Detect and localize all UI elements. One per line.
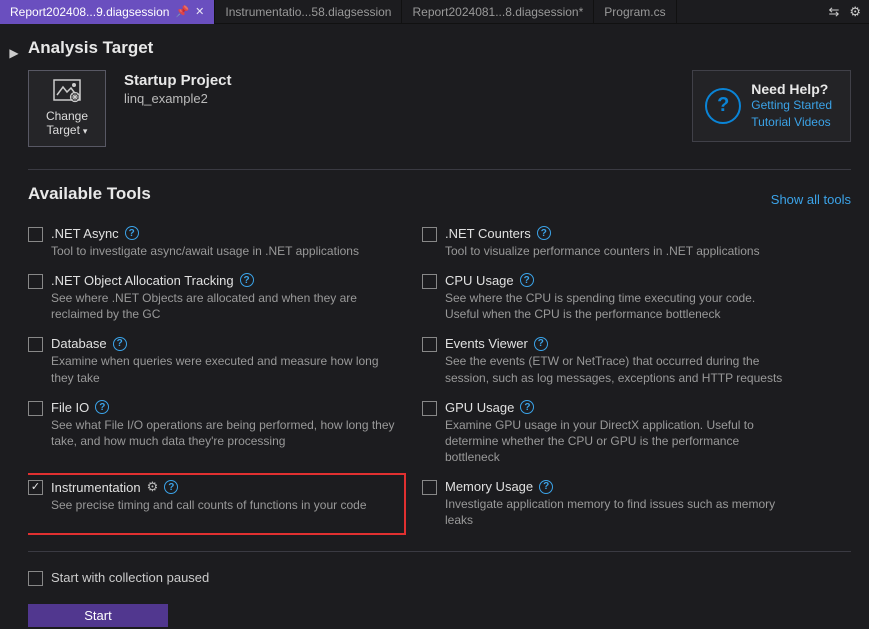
tool-info-icon[interactable]: ? [164, 480, 178, 494]
separator [28, 551, 851, 552]
window-options-icon[interactable]: ⇆ [828, 4, 839, 20]
tab-label: Program.cs [604, 5, 665, 19]
tab-label: Instrumentatio...58.diagsession [225, 5, 391, 19]
startup-project-title: Startup Project [124, 72, 232, 89]
tool-info-icon[interactable]: ? [520, 400, 534, 414]
tool--net-async: .NET Async? Tool to investigate async/awa… [28, 226, 398, 259]
tool-info-icon[interactable]: ? [537, 226, 551, 240]
tool-description: Tool to investigate async/await usage in… [51, 243, 398, 259]
tool-checkbox[interactable] [422, 401, 437, 416]
tab-3[interactable]: Program.cs [594, 0, 676, 24]
tab-active[interactable]: Report202408...9.diagsession 📌 ✕ [0, 0, 215, 24]
tool-checkbox[interactable] [422, 337, 437, 352]
tool-description: See where .NET Objects are allocated and… [51, 290, 398, 322]
tool-info-icon[interactable]: ? [113, 337, 127, 351]
tool-name: .NET Counters [445, 226, 531, 241]
tab-label: Report2024081...8.diagsession* [412, 5, 583, 19]
tab-label: Report202408...9.diagsession [10, 5, 169, 19]
change-target-label: Change Target▾ [33, 109, 101, 138]
tool-cpu-usage: CPU Usage? See where the CPU is spending … [422, 273, 792, 322]
start-button-label: Start [84, 608, 111, 623]
chevron-down-icon: ▾ [83, 126, 88, 136]
tool-description: See precise timing and call counts of fu… [51, 497, 398, 513]
tool-info-icon[interactable]: ? [95, 400, 109, 414]
close-icon[interactable]: ✕ [195, 5, 204, 18]
tool-name: CPU Usage [445, 273, 514, 288]
tool-name: .NET Async [51, 226, 119, 241]
help-getting-started-link[interactable]: Getting Started [751, 97, 832, 114]
tool-checkbox[interactable] [422, 274, 437, 289]
available-tools-heading: Available Tools [28, 184, 771, 204]
tool-checkbox[interactable] [28, 401, 43, 416]
tool-description: Investigate application memory to find i… [445, 496, 792, 528]
expand-chevron-icon[interactable]: ▶ [9, 46, 18, 629]
tool-checkbox[interactable] [422, 227, 437, 242]
tool-description: Examine GPU usage in your DirectX applic… [445, 417, 792, 466]
help-tutorial-videos-link[interactable]: Tutorial Videos [751, 114, 832, 131]
tool-name: File IO [51, 400, 89, 415]
startup-project-name: linq_example2 [124, 91, 232, 106]
tool-file-io: File IO? See what File I/O operations are… [28, 400, 398, 466]
tool-name: Memory Usage [445, 479, 533, 494]
help-question-icon: ? [705, 88, 741, 124]
tool-instrumentation: Instrumentation ⚙? See precise timing and … [28, 473, 406, 534]
analysis-target-heading: Analysis Target [28, 38, 851, 58]
tool-name: Events Viewer [445, 336, 528, 351]
tool-info-icon[interactable]: ? [520, 273, 534, 287]
tool-description: See where the CPU is spending time execu… [445, 290, 792, 322]
tool-name: Database [51, 336, 107, 351]
tool-name: GPU Usage [445, 400, 514, 415]
tool-info-icon[interactable]: ? [125, 226, 139, 240]
help-title: Need Help? [751, 81, 832, 97]
tool-checkbox[interactable] [28, 480, 43, 495]
start-button[interactable]: Start [28, 604, 168, 627]
tool-gpu-usage: GPU Usage? Examine GPU usage in your Dire… [422, 400, 792, 466]
pin-icon[interactable]: 📌 [175, 5, 189, 18]
tool-settings-gear-icon[interactable]: ⚙ [147, 479, 159, 495]
tool-description: See what File I/O operations are being p… [51, 417, 398, 449]
tab-2[interactable]: Report2024081...8.diagsession* [402, 0, 594, 24]
gutter: ▶ [0, 24, 28, 629]
tool-info-icon[interactable]: ? [534, 337, 548, 351]
tool-checkbox[interactable] [28, 227, 43, 242]
tool-events-viewer: Events Viewer? See the events (ETW or Net… [422, 336, 792, 385]
tool-checkbox[interactable] [28, 274, 43, 289]
separator [28, 169, 851, 170]
target-image-icon [53, 79, 81, 103]
tool--net-counters: .NET Counters? Tool to visualize performa… [422, 226, 792, 259]
tool--net-object-allocation-tracking: .NET Object Allocation Tracking? See wher… [28, 273, 398, 322]
help-card: ? Need Help? Getting Started Tutorial Vi… [692, 70, 851, 142]
tool-memory-usage: Memory Usage? Investigate application mem… [422, 479, 792, 528]
tool-description: Tool to visualize performance counters i… [445, 243, 792, 259]
gear-icon[interactable]: ⚙ [849, 4, 861, 20]
tab-1[interactable]: Instrumentatio...58.diagsession [215, 0, 402, 24]
tool-info-icon[interactable]: ? [240, 273, 254, 287]
tool-name: Instrumentation [51, 480, 141, 495]
tool-description: Examine when queries were executed and m… [51, 353, 398, 385]
tool-description: See the events (ETW or NetTrace) that oc… [445, 353, 792, 385]
tool-info-icon[interactable]: ? [539, 480, 553, 494]
tool-checkbox[interactable] [28, 337, 43, 352]
start-paused-checkbox[interactable] [28, 571, 43, 586]
tab-bar: Report202408...9.diagsession 📌 ✕ Instrum… [0, 0, 869, 24]
tool-name: .NET Object Allocation Tracking [51, 273, 234, 288]
show-all-tools-link[interactable]: Show all tools [771, 192, 851, 207]
tool-checkbox[interactable] [422, 480, 437, 495]
change-target-button[interactable]: Change Target▾ [28, 70, 106, 147]
tool-database: Database? Examine when queries were execu… [28, 336, 398, 385]
start-paused-label: Start with collection paused [51, 570, 209, 585]
